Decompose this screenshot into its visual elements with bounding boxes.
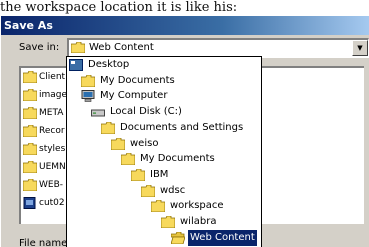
folder-icon: [23, 160, 37, 173]
folder-icon: [71, 42, 85, 53]
dropdown-tree-item[interactable]: Local Disk (C:): [91, 104, 184, 120]
folder-icon: [141, 184, 155, 197]
dropdown-tree-item-label: Desktop: [88, 59, 130, 70]
save-in-label: Save in:: [19, 42, 60, 53]
dropdown-tree-item[interactable]: Web Content: [171, 229, 257, 246]
file-list-item[interactable]: Client: [23, 70, 65, 84]
file-name-label: File name: [19, 238, 68, 247]
dropdown-tree-item-label: wdsc: [160, 184, 186, 196]
caption-text: the workspace location it is like his:: [0, 0, 238, 15]
folder-icon: [23, 124, 37, 137]
dropdown-tree-item[interactable]: My Computer: [81, 88, 169, 104]
save-in-dropdown[interactable]: Desktop My Documents My Computer Local Disk…: [66, 56, 262, 247]
folder-icon: [23, 106, 37, 119]
file-list-item[interactable]: image: [23, 88, 67, 102]
folder-icon: [121, 153, 135, 166]
file-list-item[interactable]: cut02: [23, 196, 65, 210]
dropdown-tree-item-label: wilabra: [180, 216, 217, 227]
save-in-value: Web Content: [89, 42, 154, 53]
file-list-item-label: Client: [39, 72, 66, 82]
drive-icon: [91, 109, 105, 117]
file-list-item-label: styles: [39, 144, 66, 154]
file-list-item[interactable]: META: [23, 106, 63, 120]
dropdown-tree-item-label: Local Disk (C:): [110, 106, 182, 118]
file-list-item[interactable]: Recor: [23, 124, 65, 138]
dropdown-tree-item[interactable]: workspace: [151, 198, 226, 214]
file-list-item[interactable]: styles: [23, 142, 65, 156]
dropdown-tree-item[interactable]: wilabra: [161, 214, 218, 230]
file-list-item-label: Recor: [39, 126, 65, 136]
dialog-title: Save As: [1, 16, 369, 35]
dropdown-tree-item[interactable]: IBM: [131, 167, 170, 183]
folder-icon: [131, 168, 145, 181]
file-icon: [23, 196, 36, 209]
folder-icon: [101, 121, 115, 134]
dropdown-tree-item[interactable]: Desktop: [69, 57, 131, 73]
save-as-dialog: Save As Save in: Web Content ▼ Client ima…: [0, 15, 369, 247]
folder-icon: [81, 74, 95, 87]
computer-icon: [81, 90, 95, 103]
file-list-item-label: cut02: [39, 198, 65, 208]
dropdown-tree-item[interactable]: Documents and Settings: [101, 120, 245, 136]
dropdown-tree-item-label: workspace: [170, 200, 224, 212]
folder-icon: [23, 142, 37, 155]
file-list-item-label: WEB-: [39, 180, 64, 190]
dropdown-tree-item-label: Documents and Settings: [120, 121, 244, 133]
dropdown-tree-item[interactable]: My Documents: [121, 151, 217, 167]
dropdown-arrow-icon[interactable]: ▼: [352, 40, 368, 56]
dropdown-tree-item-label: My Documents: [100, 74, 175, 86]
open-folder-icon: [171, 231, 185, 244]
dropdown-tree-item[interactable]: My Documents: [81, 73, 177, 89]
folder-icon: [23, 178, 37, 191]
file-list-item-label: UEMN: [39, 162, 66, 172]
file-list-item-label: META: [39, 108, 64, 118]
desktop-icon: [69, 59, 83, 71]
folder-icon: [161, 216, 175, 228]
folder-icon: [23, 88, 37, 101]
dropdown-tree-item-label: IBM: [150, 168, 169, 180]
dropdown-tree-item[interactable]: wdsc: [141, 183, 187, 199]
folder-icon: [151, 200, 165, 213]
file-list-item[interactable]: WEB-: [23, 178, 63, 192]
folder-icon: [111, 137, 125, 150]
dropdown-tree-item-label: My Computer: [100, 90, 168, 102]
dropdown-tree-item-label: My Documents: [140, 153, 215, 165]
file-list-item[interactable]: UEMN: [23, 160, 66, 174]
dropdown-tree-item-label: weiso: [130, 137, 159, 149]
save-in-combobox[interactable]: Web Content ▼: [67, 38, 369, 58]
file-list-item-label: image: [39, 90, 68, 100]
folder-icon: [23, 70, 37, 83]
dropdown-tree-item[interactable]: weiso: [111, 136, 160, 152]
dropdown-tree-item-label: Web Content: [188, 229, 257, 246]
